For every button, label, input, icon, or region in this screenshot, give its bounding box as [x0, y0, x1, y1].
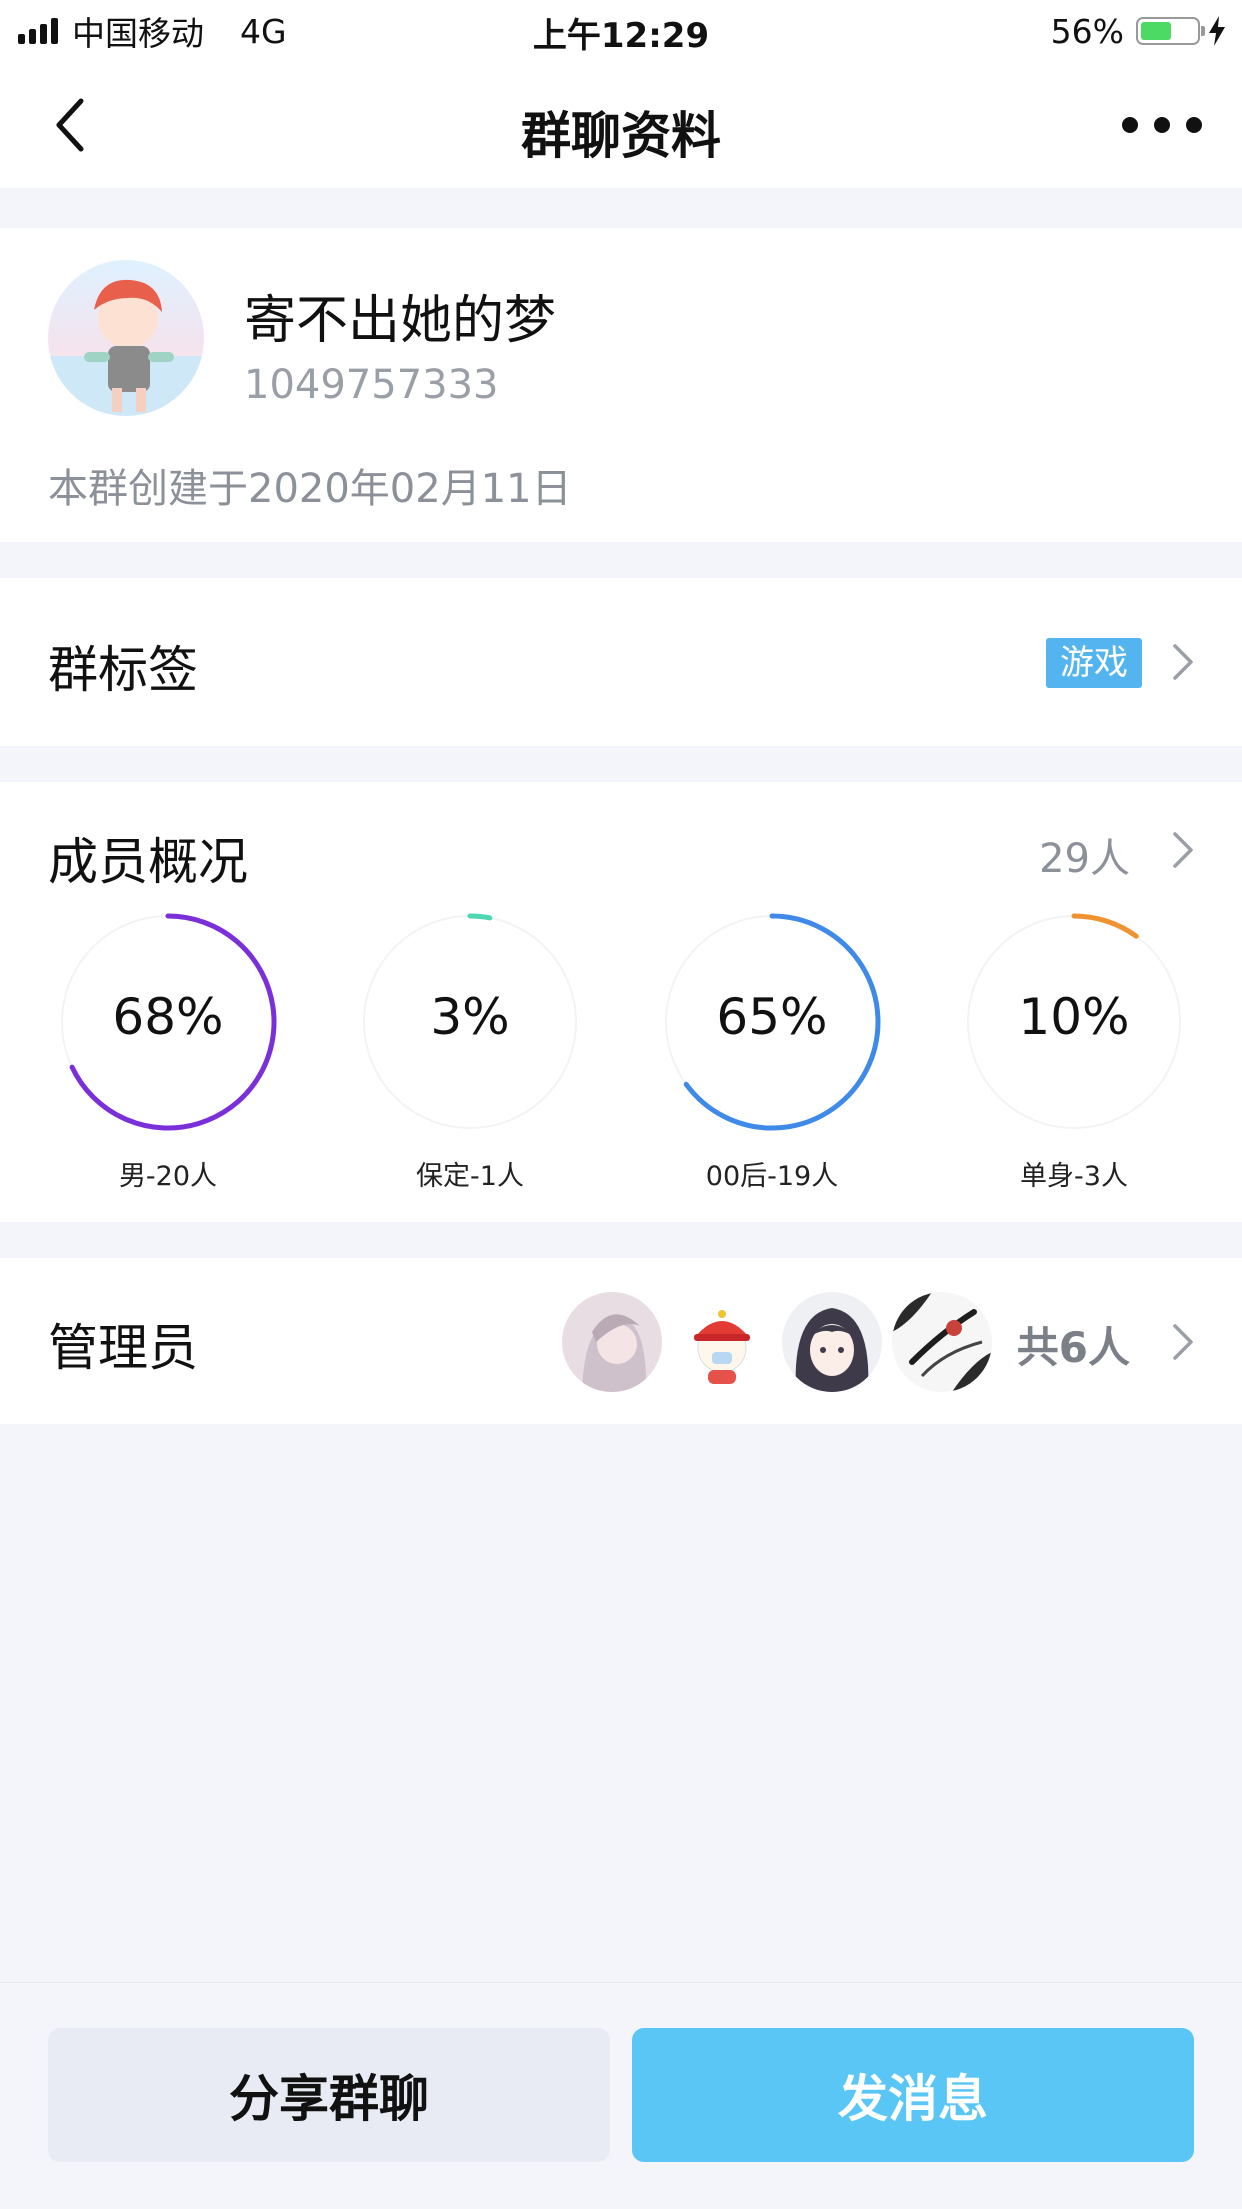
admin-label: 管理员 — [48, 1319, 198, 1377]
member-stat-region: 3% 保定-1人 — [350, 912, 590, 1202]
more-dot — [1154, 117, 1170, 133]
more-dot — [1122, 117, 1138, 133]
stat-label: 男-20人 — [118, 1161, 218, 1192]
send-message-button[interactable]: 发消息 — [632, 2028, 1194, 2162]
battery-tip — [1201, 26, 1205, 36]
admin-avatar — [782, 1292, 882, 1392]
admin-avatar — [892, 1292, 992, 1392]
admin-avatar-image — [892, 1292, 992, 1392]
group-tag-label: 群标签 — [48, 641, 198, 699]
group-avatar-image — [48, 279, 204, 416]
member-count: 29人 — [1039, 836, 1130, 882]
member-stat-age: 65% 00后-19人 — [652, 912, 892, 1202]
stat-label: 单身-3人 — [1020, 1161, 1128, 1192]
share-group-button[interactable]: 分享群聊 — [48, 2028, 610, 2162]
tag-badge: 游戏 — [1046, 638, 1142, 688]
admin-avatar — [562, 1292, 662, 1392]
group-id: 1049757333 — [244, 362, 499, 408]
chevron-right-icon — [1173, 832, 1193, 868]
member-stat-gender: 68% 男-20人 — [48, 912, 288, 1202]
admin-row[interactable]: 管理员 共6人 — [0, 1258, 1242, 1424]
battery-fill — [1141, 22, 1172, 40]
admin-avatar-image — [782, 1292, 882, 1392]
charging-bolt-icon — [1209, 16, 1225, 46]
stat-percent: 3% — [430, 988, 510, 1046]
admin-avatar-image — [562, 1292, 662, 1392]
admin-count: 共6人 — [1016, 1323, 1130, 1372]
member-stat-single: 10% 单身-3人 — [954, 912, 1194, 1202]
battery-percent: 56% — [1050, 11, 1124, 51]
bottom-action-bar: 分享群聊 发消息 — [0, 1982, 1242, 2209]
group-tag-row[interactable]: 群标签 游戏 — [0, 578, 1242, 746]
group-name: 寄不出她的梦 — [244, 291, 557, 351]
admin-avatar-list — [562, 1292, 992, 1392]
stat-percent: 10% — [1018, 988, 1130, 1046]
member-overview-label: 成员概况 — [48, 833, 248, 891]
more-button[interactable] — [1122, 102, 1202, 148]
admin-avatar — [672, 1292, 772, 1392]
group-avatar[interactable] — [48, 260, 204, 416]
stat-percent: 65% — [716, 988, 828, 1046]
more-dot — [1186, 117, 1202, 133]
status-right: 56% — [1051, 10, 1226, 52]
stat-percent: 68% — [112, 988, 224, 1046]
group-created-date: 本群创建于2020年02月11日 — [48, 466, 572, 512]
member-overview-card[interactable]: 成员概况 29人 68% 男-20人 3% 保定-1人 65% 00后-19人 — [0, 782, 1242, 1222]
battery-icon — [1136, 17, 1205, 45]
nav-bar: 群聊资料 — [0, 62, 1242, 188]
stat-label: 00后-19人 — [705, 1161, 839, 1192]
stat-label: 保定-1人 — [416, 1161, 524, 1192]
chevron-right-icon — [1173, 1324, 1193, 1360]
stat-ring-arc — [1071, 913, 1139, 939]
stat-ring-arc — [467, 913, 493, 921]
page-title: 群聊资料 — [521, 107, 721, 165]
group-info-card[interactable]: 寄不出她的梦 1049757333 本群创建于2020年02月11日 — [0, 228, 1242, 542]
chevron-right-icon — [1173, 644, 1193, 680]
admin-avatar-image — [672, 1292, 772, 1392]
status-bar: 中国移动 4G 上午12:29 56% — [0, 0, 1242, 62]
